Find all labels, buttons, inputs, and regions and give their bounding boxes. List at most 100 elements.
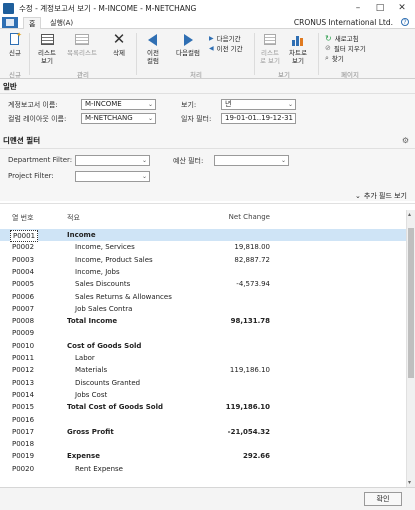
row-description: Income: [67, 231, 96, 239]
next-period-button[interactable]: ▶ 다음기간: [209, 33, 241, 44]
table-row[interactable]: P0015 Total Cost of Goods Sold 119,186.10: [0, 401, 406, 413]
tab-home[interactable]: 홈: [23, 17, 42, 29]
show-more-fields-button[interactable]: ⌄ 추가 필드 보기: [355, 191, 407, 201]
column-header-net-change[interactable]: Net Change: [229, 213, 270, 221]
department-filter-label: Department Filter:: [8, 156, 73, 164]
view-select[interactable]: 년 ⌄: [221, 99, 296, 110]
table-row[interactable]: P0006 Sales Returns & Allowances: [0, 291, 406, 303]
edit-list-button[interactable]: 목록리스트: [64, 32, 100, 58]
column-header-description[interactable]: 적요: [67, 213, 80, 223]
list-view-button[interactable]: 리스트 보기: [34, 32, 60, 65]
column-layout-label: 컬럼 레이아웃 이름:: [8, 115, 67, 123]
window-title: 수정 - 계정보고서 보기 - M-INCOME - M-NETCHANG: [19, 3, 197, 13]
table-row[interactable]: P0013 Discounts Granted: [0, 377, 406, 389]
row-code: P0007: [12, 304, 35, 313]
table-row[interactable]: P0020 Rent Expense: [0, 463, 406, 475]
table-row[interactable]: P0010 Cost of Goods Sold: [0, 340, 406, 352]
ribbon-tabs: 홈 실행(A) CRONUS International Ltd. ?: [0, 16, 415, 29]
row-code: P0005: [12, 280, 35, 289]
project-filter-select[interactable]: ⌄: [75, 171, 150, 182]
table-row[interactable]: P0017 Gross Profit -21,054.32: [0, 426, 406, 438]
row-description: Total Cost of Goods Sold: [67, 403, 163, 412]
table-row[interactable]: P0004 Income, Jobs: [0, 266, 406, 278]
prev-column-button[interactable]: 이전 컬럼: [141, 32, 165, 65]
department-filter-select[interactable]: ⌄: [75, 155, 150, 166]
row-code: P0006: [12, 292, 35, 301]
row-description: Discounts Granted: [75, 378, 141, 387]
tab-actions[interactable]: 실행(A): [45, 17, 78, 29]
help-icon[interactable]: ?: [401, 18, 409, 26]
table-row[interactable]: P0008 Total Income 98,131.78: [0, 315, 406, 327]
row-description: Total Income: [67, 317, 118, 326]
new-button[interactable]: ✦ 신규: [4, 32, 26, 58]
row-net-change: 119,186.10: [229, 366, 270, 375]
column-layout-select[interactable]: M-NETCHANG ⌄: [81, 113, 156, 124]
minimize-icon[interactable]: –: [347, 0, 369, 16]
delete-icon: ✕: [112, 30, 126, 48]
table-row[interactable]: P0018: [0, 438, 406, 450]
close-icon[interactable]: ✕: [391, 0, 413, 16]
row-description: Income, Jobs: [75, 267, 120, 276]
table-row[interactable]: P0016: [0, 414, 406, 426]
row-net-change: -21,054.32: [227, 427, 270, 436]
vertical-scrollbar[interactable]: ▴ ▾: [406, 210, 415, 487]
date-filter-input[interactable]: 19-01-01..19-12-31: [221, 113, 296, 124]
row-description: Labor: [75, 354, 95, 362]
table-row[interactable]: P0001 Income: [0, 229, 406, 242]
clear-filter-button[interactable]: ⊘ 필터 지우기: [325, 43, 366, 53]
ok-button[interactable]: 확인: [364, 492, 402, 506]
row-net-change: 19,818.00: [234, 243, 270, 252]
settings-icon[interactable]: ⚙: [402, 136, 409, 145]
budget-filter-label: 예산 필터:: [173, 157, 204, 165]
find-button[interactable]: ⌕ 찾기: [325, 53, 344, 64]
scroll-up-icon[interactable]: ▴: [408, 211, 411, 218]
scroll-down-icon[interactable]: ▾: [408, 479, 411, 486]
row-net-change: 292.66: [242, 452, 270, 461]
group-label-page: 페이지: [341, 71, 359, 79]
table-row[interactable]: P0007 Job Sales Contra: [0, 303, 406, 315]
acc-schedule-label: 계정보고서 이름:: [8, 101, 58, 109]
show-as-chart-button[interactable]: 차트로 보기: [286, 32, 310, 65]
next-column-button[interactable]: 다음컬럼: [170, 32, 206, 58]
row-description: Job Sales Contra: [75, 304, 133, 313]
table-row[interactable]: P0019 Expense 292.66: [0, 450, 406, 462]
row-net-change: 82,887.72: [234, 255, 270, 264]
binoculars-icon: ⌕: [325, 53, 329, 62]
chevron-down-icon: ⌄: [355, 192, 361, 200]
table-row[interactable]: P0012 Materials 119,186.10: [0, 364, 406, 376]
table-row[interactable]: P0003 Income, Product Sales 82,887.72: [0, 254, 406, 266]
row-description: Income, Services: [75, 243, 135, 252]
row-code: P0018: [12, 440, 35, 449]
table-row[interactable]: P0009: [0, 327, 406, 339]
chevron-down-icon: ⌄: [147, 115, 153, 122]
row-description: Materials: [75, 366, 108, 375]
maximize-icon[interactable]: □: [369, 0, 391, 16]
dimension-section-title[interactable]: 디멘션 필터: [0, 135, 415, 147]
budget-filter-select[interactable]: ⌄: [214, 155, 289, 166]
list-icon: [38, 32, 56, 48]
general-section-title[interactable]: 일반: [0, 81, 415, 93]
grid-header: 열 번호 적요 Net Change: [0, 210, 406, 224]
scrollbar-thumb[interactable]: [408, 228, 414, 378]
delete-button[interactable]: ✕ 삭제: [106, 32, 132, 58]
edit-list-icon: [73, 32, 91, 48]
refresh-button[interactable]: ↻ 새로고침: [325, 33, 359, 44]
arrow-right-icon: [179, 32, 197, 48]
acc-schedule-select[interactable]: M-INCOME ⌄: [81, 99, 156, 110]
row-description: Cost of Goods Sold: [67, 341, 142, 350]
table-row[interactable]: P0014 Jobs Cost: [0, 389, 406, 401]
table-row[interactable]: P0005 Sales Discounts -4,573.94: [0, 278, 406, 290]
column-header-row-no[interactable]: 열 번호: [12, 213, 34, 223]
play-right-icon: ▶: [209, 34, 214, 42]
view-label: 보기:: [181, 101, 197, 109]
table-row[interactable]: P0011 Labor: [0, 352, 406, 364]
refresh-icon: ↻: [325, 33, 332, 43]
file-menu-button[interactable]: [2, 17, 18, 28]
prev-period-button[interactable]: ◀ 이전 기간: [209, 43, 243, 54]
table-row[interactable]: P0002 Income, Services 19,818.00: [0, 241, 406, 253]
row-code: P0020: [12, 464, 35, 473]
row-code: P0008: [12, 317, 35, 326]
show-as-list-button[interactable]: 리스트 로 보기: [258, 32, 282, 65]
row-code: P0009: [12, 329, 35, 338]
row-description: Rent Expense: [75, 464, 123, 473]
